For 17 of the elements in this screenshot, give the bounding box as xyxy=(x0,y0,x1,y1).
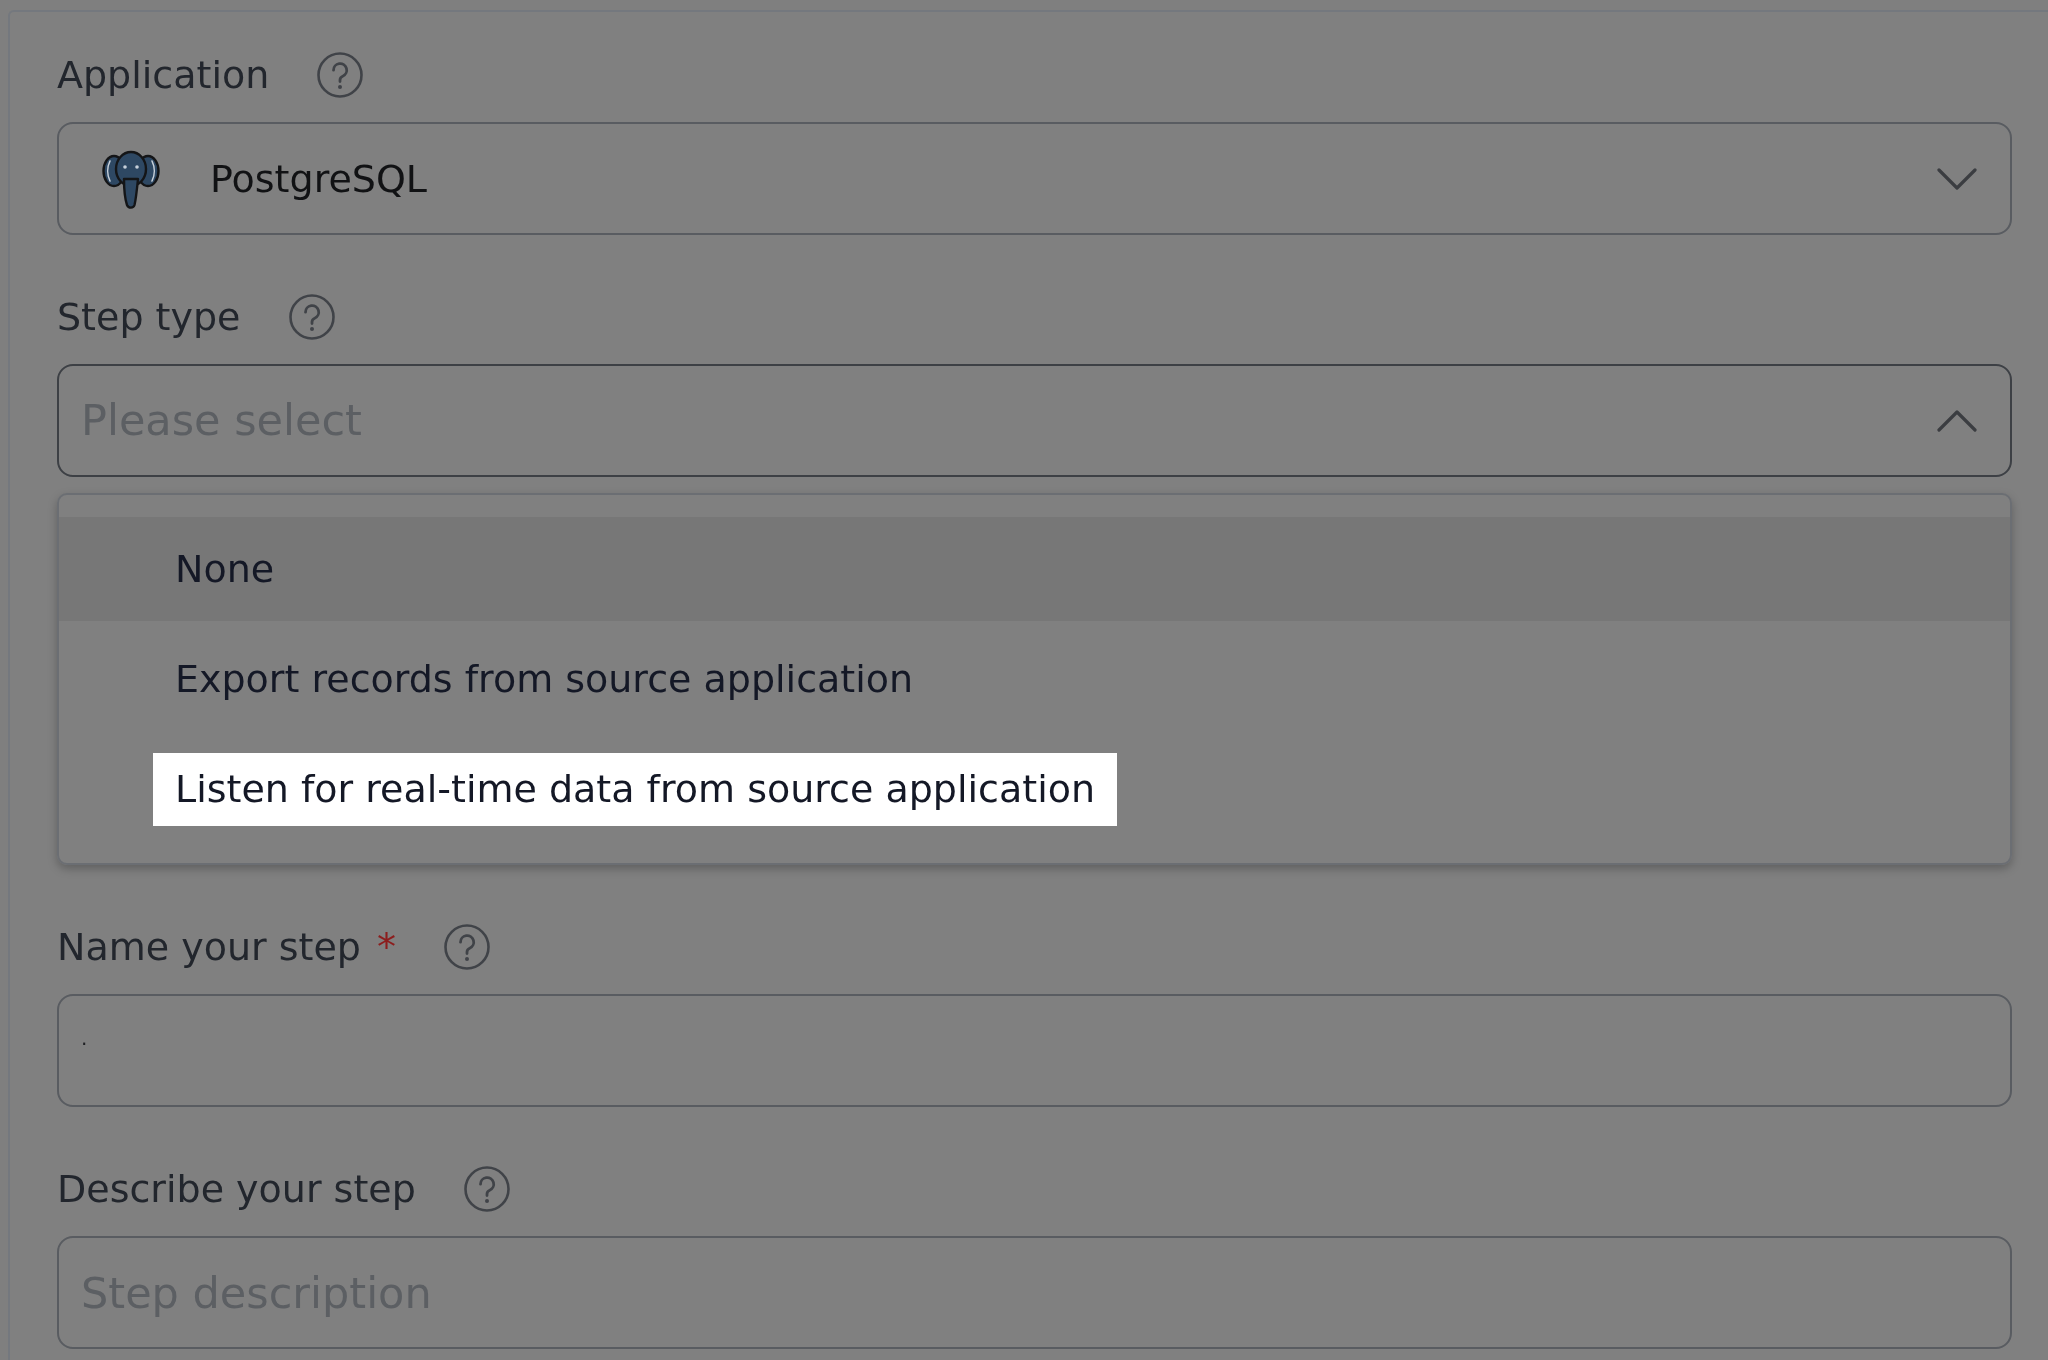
field-label: Describe your step xyxy=(57,1170,416,1208)
help-icon xyxy=(443,924,490,970)
dropdown-option[interactable]: Listen for real-time data from source application xyxy=(59,737,2010,841)
help-icon xyxy=(317,52,364,98)
chevron-up-icon xyxy=(1937,408,1977,433)
required-mark: * xyxy=(376,928,396,966)
select-field[interactable]: PostgreSQL xyxy=(57,122,2012,235)
field-label: Step type xyxy=(57,298,241,336)
chevron-down-icon xyxy=(1937,166,1977,191)
dropdown-option[interactable]: Export records from source application xyxy=(59,627,2010,731)
field-label: Application xyxy=(57,56,270,94)
field-label: Name your step xyxy=(57,928,361,966)
help-icon xyxy=(288,294,335,340)
text-field[interactable]: . xyxy=(57,994,2012,1107)
dropdown-option[interactable]: None xyxy=(59,517,2010,621)
help-icon xyxy=(463,1166,510,1212)
elephant-icon xyxy=(102,148,160,209)
